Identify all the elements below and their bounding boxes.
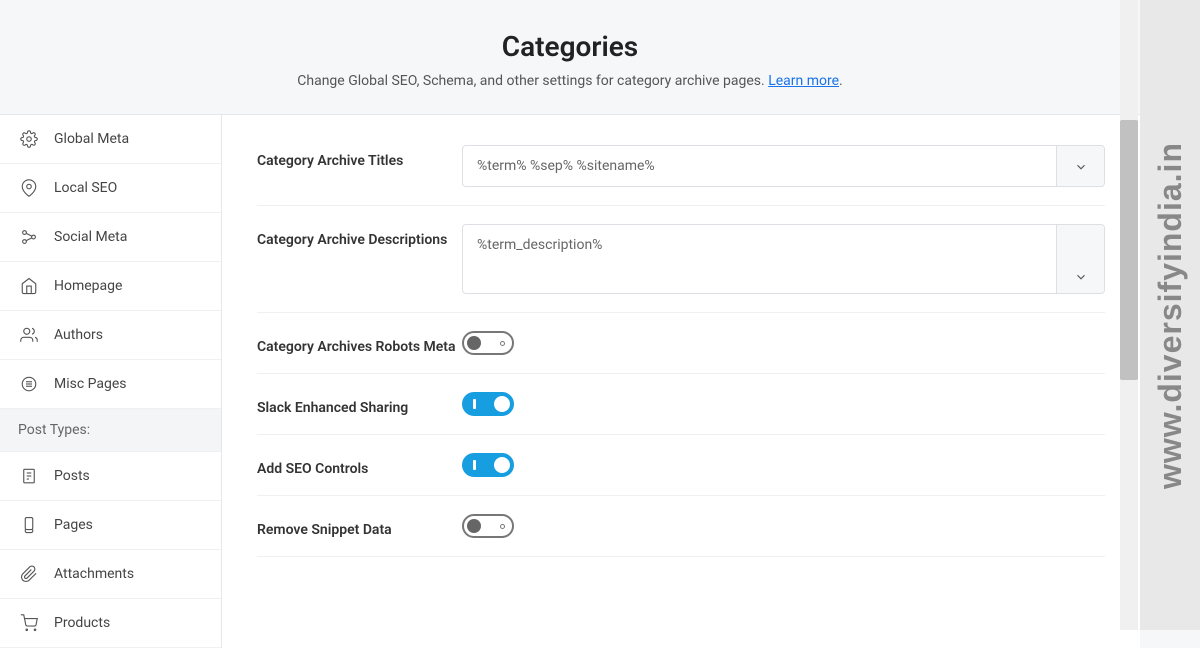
sidebar-item-posts[interactable]: Posts — [0, 452, 221, 501]
field-archive-descriptions[interactable]: %term_description% — [462, 224, 1105, 294]
sidebar-item-label: Social Meta — [54, 229, 127, 245]
watermark: www.diversifyindia.in — [1140, 0, 1200, 630]
sidebar-item-pages[interactable]: Pages — [0, 501, 221, 550]
sidebar-item-label: Global Meta — [54, 131, 129, 147]
label-archive-descriptions: Category Archive Descriptions — [257, 224, 462, 248]
sidebar-item-label: Authors — [54, 327, 103, 343]
share-icon — [18, 226, 40, 248]
label-robots-meta: Category Archives Robots Meta — [257, 331, 462, 355]
post-icon — [18, 465, 40, 487]
sidebar-item-products[interactable]: Products — [0, 599, 221, 648]
sidebar-item-label: Attachments — [54, 566, 134, 582]
field-archive-titles[interactable]: %term% %sep% %sitename% — [462, 145, 1105, 187]
label-archive-titles: Category Archive Titles — [257, 145, 462, 169]
page-icon — [18, 514, 40, 536]
learn-more-link[interactable]: Learn more — [768, 73, 839, 89]
sidebar-item-attachments[interactable]: Attachments — [0, 550, 221, 599]
toggle-seo-controls[interactable] — [462, 453, 514, 477]
sidebar-item-label: Posts — [54, 468, 90, 484]
sidebar-item-social-meta[interactable]: Social Meta — [0, 213, 221, 262]
sidebar-item-label: Misc Pages — [54, 376, 127, 392]
field-archive-titles-value: %term% %sep% %sitename% — [463, 146, 1056, 186]
sidebar-group-post-types: Post Types: — [0, 409, 221, 452]
scrollbar-thumb[interactable] — [1120, 120, 1138, 380]
sidebar-item-label: Pages — [54, 517, 93, 533]
sidebar-item-label: Local SEO — [54, 180, 117, 196]
sidebar-item-label: Products — [54, 615, 110, 631]
dropdown-button[interactable] — [1056, 146, 1104, 186]
sidebar-item-authors[interactable]: Authors — [0, 311, 221, 360]
gear-icon — [18, 128, 40, 150]
page-header: Categories Change Global SEO, Schema, an… — [0, 0, 1140, 114]
page-subtitle: Change Global SEO, Schema, and other set… — [0, 73, 1140, 89]
users-icon — [18, 324, 40, 346]
label-seo-controls: Add SEO Controls — [257, 453, 462, 477]
sidebar-item-global-meta[interactable]: Global Meta — [0, 115, 221, 164]
label-slack-sharing: Slack Enhanced Sharing — [257, 392, 462, 416]
dropdown-button[interactable] — [1056, 225, 1104, 293]
paperclip-icon — [18, 563, 40, 585]
field-archive-descriptions-value: %term_description% — [463, 225, 1056, 293]
sidebar-item-homepage[interactable]: Homepage — [0, 262, 221, 311]
chevron-down-icon — [1074, 269, 1088, 283]
sidebar-item-local-seo[interactable]: Local SEO — [0, 164, 221, 213]
toggle-slack-sharing[interactable] — [462, 392, 514, 416]
sidebar-item-label: Homepage — [54, 278, 122, 294]
home-icon — [18, 275, 40, 297]
label-snippet-data: Remove Snippet Data — [257, 514, 462, 538]
cart-icon — [18, 612, 40, 634]
watermark-text: www.diversifyindia.in — [1152, 142, 1189, 489]
list-icon — [18, 373, 40, 395]
map-pin-icon — [18, 177, 40, 199]
settings-form: Category Archive Titles %term% %sep% %si… — [222, 115, 1140, 648]
settings-sidebar: Global Meta Local SEO Social Meta Homepa… — [0, 115, 222, 648]
page-title: Categories — [0, 30, 1140, 63]
toggle-snippet-data[interactable] — [462, 514, 514, 538]
chevron-down-icon — [1074, 159, 1088, 173]
toggle-robots-meta[interactable] — [462, 331, 514, 355]
sidebar-item-misc-pages[interactable]: Misc Pages — [0, 360, 221, 409]
